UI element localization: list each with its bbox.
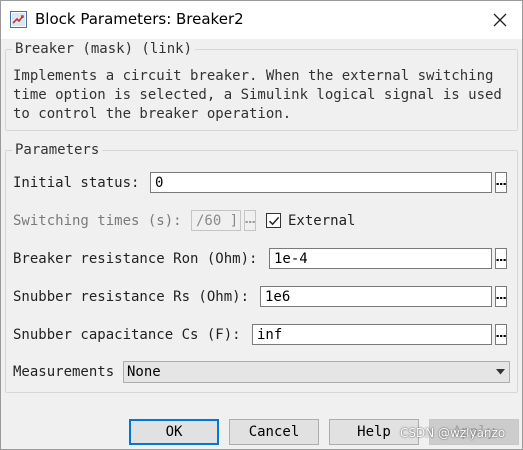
switching-times-label: Switching times (s): bbox=[13, 213, 182, 229]
checkmark-icon bbox=[268, 216, 279, 225]
initial-status-input[interactable] bbox=[150, 172, 492, 193]
parameters-title: Parameters bbox=[12, 142, 103, 158]
apply-button: Apply bbox=[429, 419, 519, 445]
rs-options-button[interactable]: ⋮ bbox=[494, 286, 508, 307]
initial-status-options-button[interactable]: ⋮ bbox=[494, 172, 508, 193]
switching-times-options-button: ⋮ bbox=[243, 210, 257, 231]
ron-label: Breaker resistance Ron (Ohm): bbox=[13, 251, 258, 267]
external-label[interactable]: External bbox=[288, 213, 355, 229]
cancel-button[interactable]: Cancel bbox=[229, 419, 319, 445]
measurements-label: Measurements bbox=[13, 364, 115, 380]
close-button[interactable] bbox=[477, 1, 522, 39]
dropdown-arrow-icon bbox=[496, 369, 505, 375]
help-button[interactable]: Help bbox=[329, 419, 419, 445]
ron-input[interactable] bbox=[269, 248, 492, 269]
mask-title: Breaker (mask) (link) bbox=[12, 41, 196, 57]
close-icon bbox=[493, 13, 507, 27]
switching-times-input bbox=[191, 210, 241, 231]
cs-options-button[interactable]: ⋮ bbox=[494, 324, 508, 345]
mask-description: Implements a circuit breaker. When the e… bbox=[13, 68, 502, 122]
initial-status-label: Initial status: bbox=[13, 175, 140, 191]
title-bar[interactable]: Block Parameters: Breaker2 bbox=[1, 1, 522, 39]
rs-label: Snubber resistance Rs (Ohm): bbox=[13, 289, 250, 305]
rs-input[interactable] bbox=[260, 286, 492, 307]
external-checkbox[interactable] bbox=[266, 213, 281, 228]
window-title: Block Parameters: Breaker2 bbox=[35, 10, 244, 28]
block-parameters-dialog: Block Parameters: Breaker2 Breaker (mask… bbox=[0, 0, 523, 450]
ok-button[interactable]: OK bbox=[129, 419, 219, 445]
measurements-value: None bbox=[127, 364, 161, 380]
simulink-block-icon bbox=[10, 11, 27, 28]
measurements-dropdown[interactable]: None bbox=[123, 361, 510, 383]
cs-label: Snubber capacitance Cs (F): bbox=[13, 327, 241, 343]
ron-options-button[interactable]: ⋮ bbox=[494, 248, 508, 269]
cs-input[interactable] bbox=[252, 324, 492, 345]
